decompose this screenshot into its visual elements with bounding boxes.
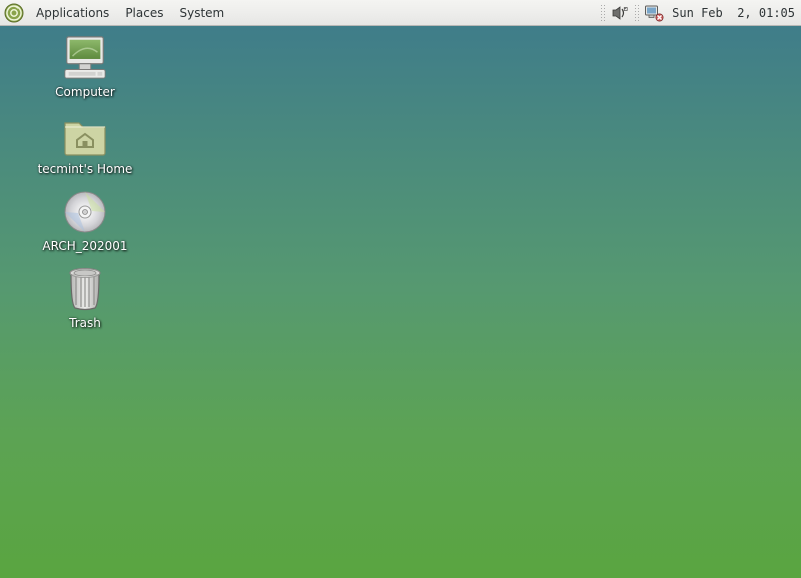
desktop-icon-label: tecmint's Home [38, 162, 133, 176]
panel-right: Sun Feb 2, 01:05 [598, 0, 801, 25]
clock[interactable]: Sun Feb 2, 01:05 [666, 6, 795, 20]
panel-left: Applications Places System [0, 0, 232, 25]
home-folder-icon [61, 111, 109, 159]
computer-icon [61, 34, 109, 82]
menu-applications[interactable]: Applications [28, 0, 117, 25]
desktop-icons-container: Computer tecmint's Home [10, 34, 160, 330]
desktop-icon-home[interactable]: tecmint's Home [10, 111, 160, 176]
volume-icon[interactable] [609, 2, 631, 24]
trash-icon [61, 265, 109, 313]
menu-label: System [179, 6, 224, 20]
clock-text: Sun Feb 2, 01:05 [672, 6, 795, 20]
menu-label: Applications [36, 6, 109, 20]
menu-system[interactable]: System [171, 0, 232, 25]
network-icon[interactable] [643, 2, 665, 24]
desktop-icon-label: Computer [55, 85, 115, 99]
tray-separator [634, 4, 640, 22]
tray-separator [600, 4, 606, 22]
desktop-icon-disc[interactable]: ARCH_202001 [10, 188, 160, 253]
desktop-icon-trash[interactable]: Trash [10, 265, 160, 330]
menu-places[interactable]: Places [117, 0, 171, 25]
main-menu-launcher-icon[interactable] [2, 1, 26, 25]
top-panel: Applications Places System [0, 0, 801, 26]
desktop-background[interactable]: Applications Places System [0, 0, 801, 578]
desktop-icon-label: Trash [69, 316, 101, 330]
desktop-icon-label: ARCH_202001 [42, 239, 127, 253]
desktop-icon-computer[interactable]: Computer [10, 34, 160, 99]
menu-label: Places [125, 6, 163, 20]
optical-disc-icon [61, 188, 109, 236]
